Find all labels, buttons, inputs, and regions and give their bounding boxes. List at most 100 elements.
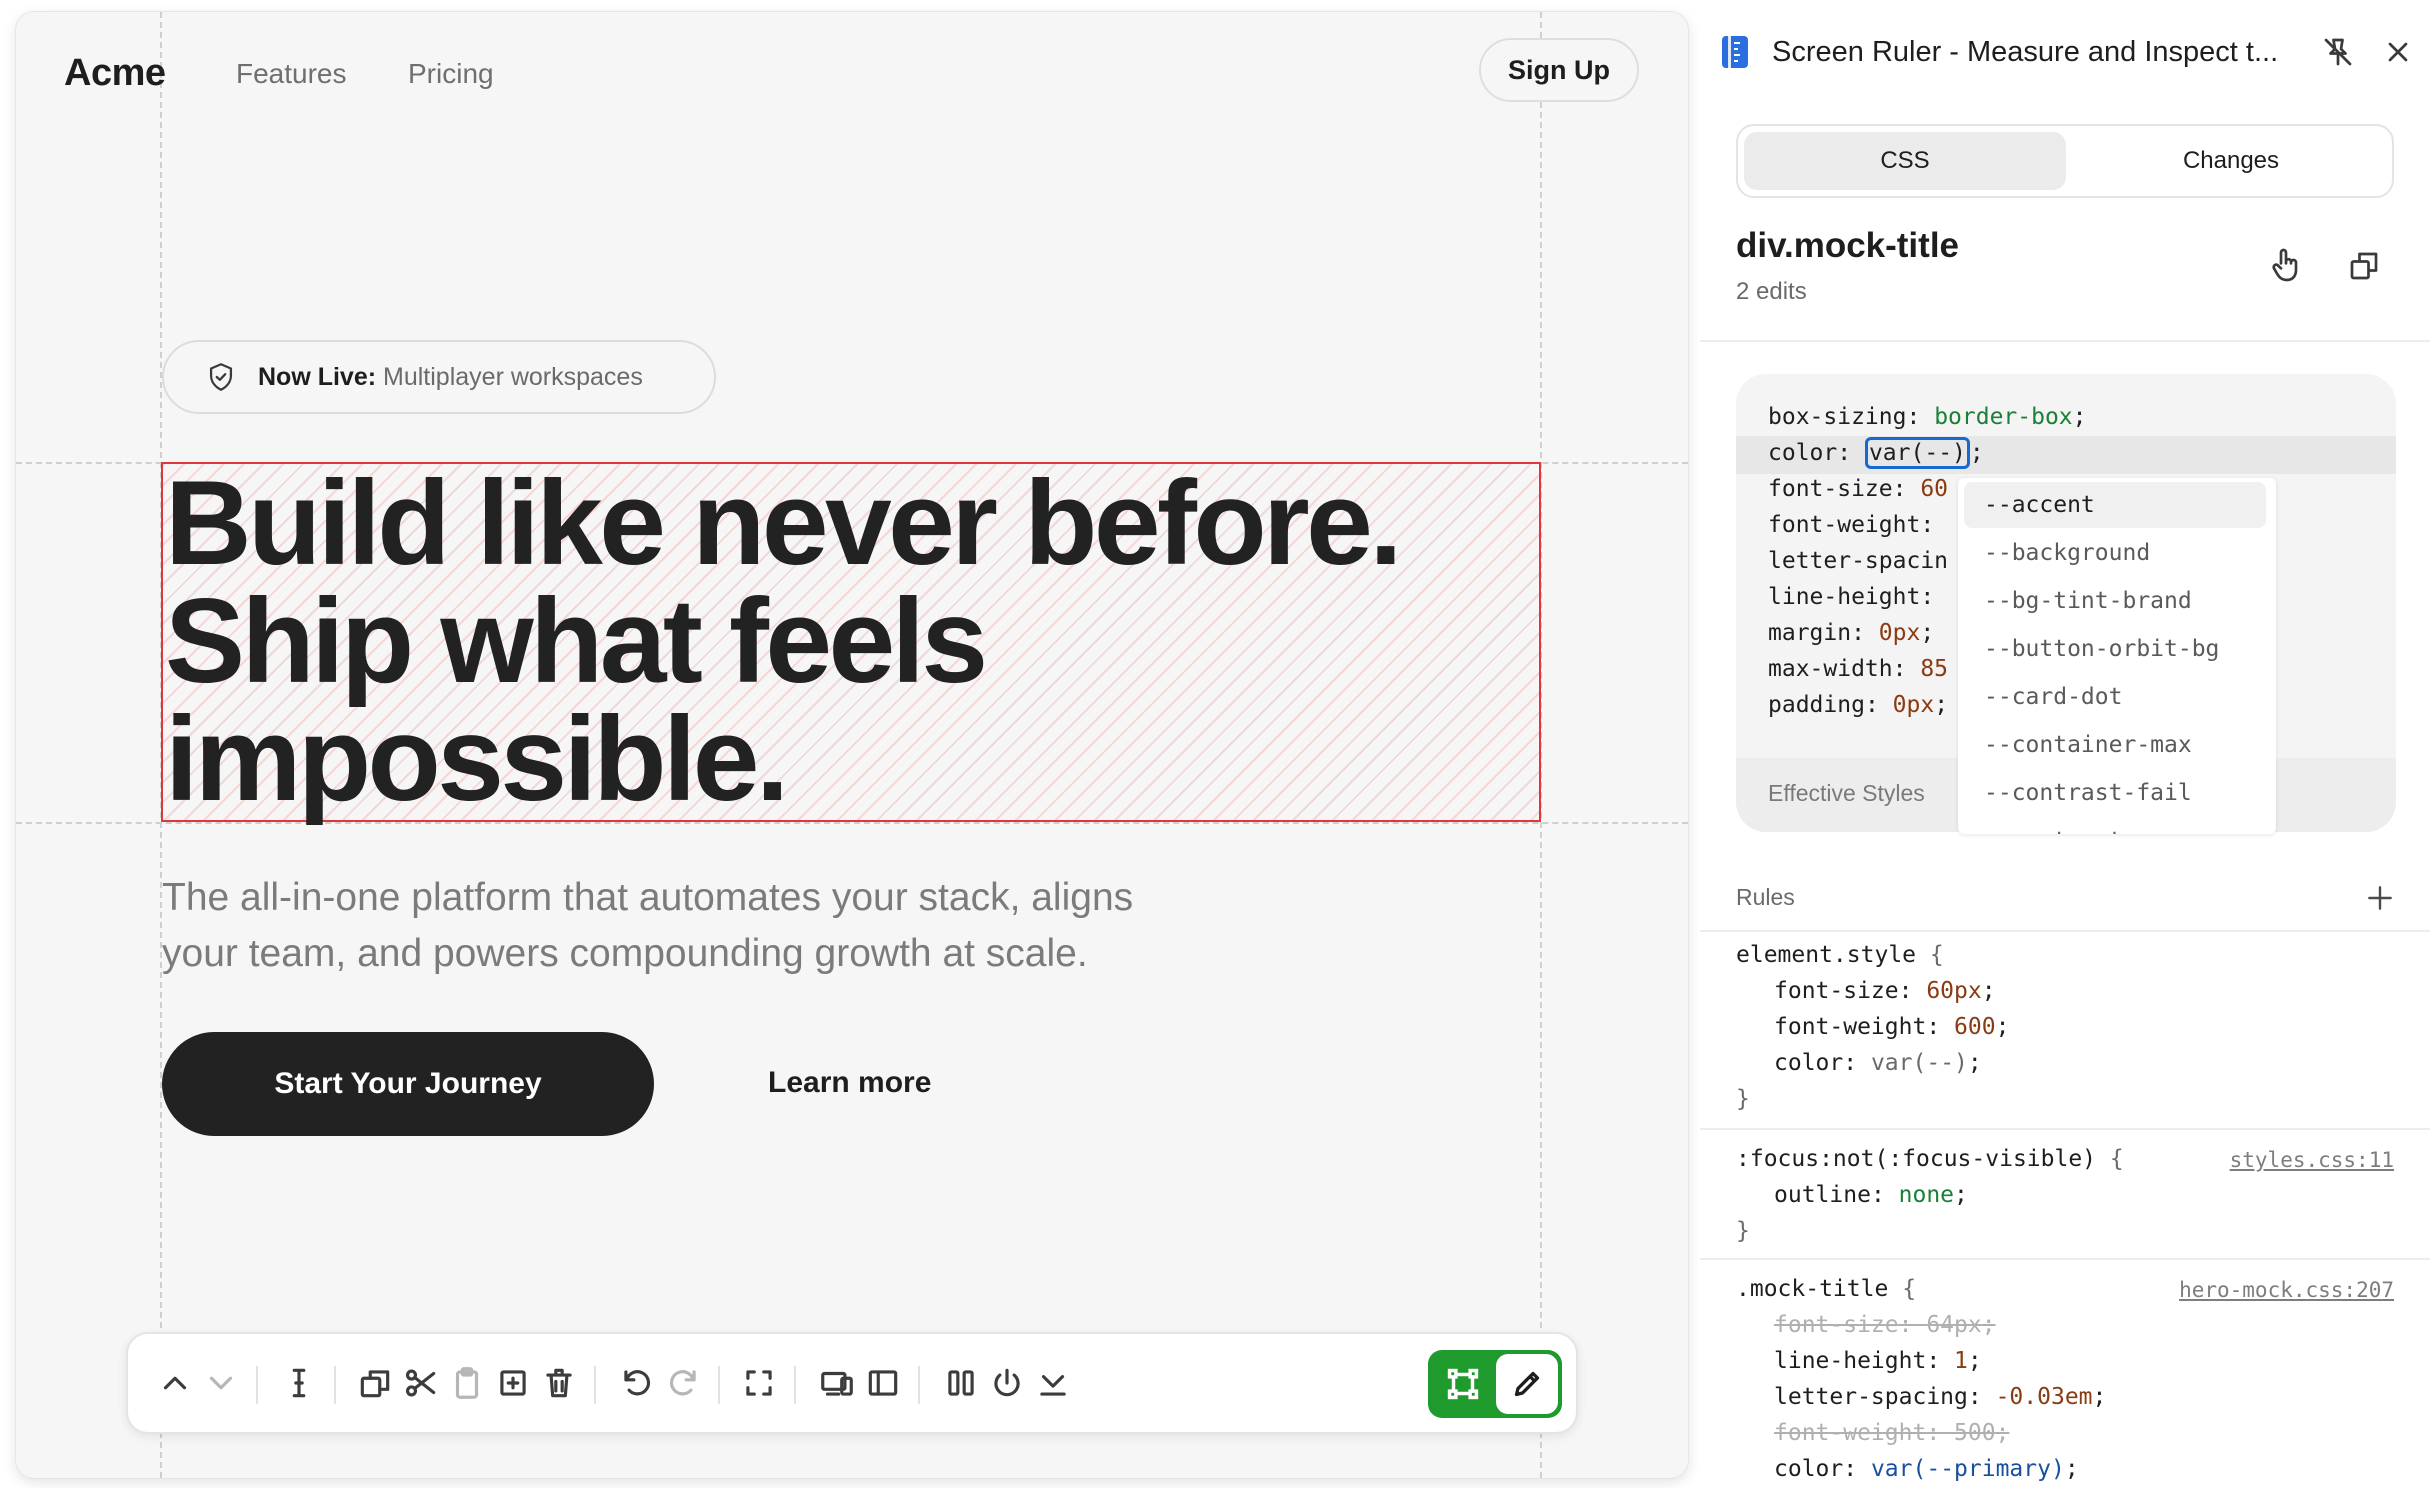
- computed-row[interactable]: margin: 0px;: [1768, 620, 1934, 646]
- rule-decl[interactable]: font-size: 60px;: [1774, 978, 1996, 1004]
- autocomplete-option[interactable]: --card-dot: [1964, 674, 2266, 720]
- add-rule-icon[interactable]: [2364, 882, 2396, 914]
- panel-title: Screen Ruler - Measure and Inspect t...: [1772, 36, 2279, 68]
- effective-styles-label: Effective Styles: [1768, 780, 1925, 806]
- rule-decl[interactable]: font-weight: 600;: [1774, 1014, 2009, 1040]
- trash-icon[interactable]: [532, 1356, 586, 1410]
- computed-row[interactable]: letter-spacin: [1768, 548, 1948, 574]
- decl-value: none: [1898, 1182, 1955, 1208]
- collapse-icon[interactable]: [1026, 1356, 1080, 1410]
- badge-detail: Multiplayer workspaces: [376, 362, 643, 391]
- rules-heading: Rules: [1736, 884, 1795, 910]
- computed-row[interactable]: line-height:: [1768, 584, 1934, 610]
- computed-row[interactable]: box-sizing: border-box;: [1768, 404, 2087, 430]
- edit-count: 2 edits: [1736, 278, 1807, 305]
- rule-decl-overridden[interactable]: font-size: 64px;: [1774, 1312, 1996, 1338]
- copy-icon[interactable]: [2346, 248, 2382, 284]
- hero-title-line: Ship what feels: [165, 574, 988, 708]
- page-preview: Acme Features Pricing Sign Up Now Live: …: [16, 12, 1688, 1478]
- nav-link-pricing[interactable]: Pricing: [408, 58, 494, 90]
- decl-prop: letter-spacing: [1774, 1384, 1968, 1410]
- computed-row[interactable]: padding: 0px;: [1768, 692, 1948, 718]
- hand-pointer-icon[interactable]: [2266, 244, 2306, 286]
- rule-close-brace: }: [1736, 1218, 1750, 1244]
- rule-selector-text: .mock-title: [1736, 1276, 1889, 1302]
- autocomplete-option[interactable]: --contrast-fail: [1964, 770, 2266, 816]
- autocomplete-option[interactable]: --container-max: [1964, 722, 2266, 768]
- rule-decl[interactable]: outline: none;: [1774, 1182, 1968, 1208]
- close-icon[interactable]: [2382, 36, 2414, 68]
- autocomplete-option[interactable]: --background: [1964, 530, 2266, 576]
- badge-text: Now Live: Multiplayer workspaces: [258, 363, 643, 392]
- color-value-input[interactable]: var(--): [1864, 437, 1970, 469]
- start-journey-button[interactable]: Start Your Journey: [162, 1032, 654, 1136]
- text-cursor-icon[interactable]: [272, 1356, 326, 1410]
- autocomplete-option[interactable]: --bg-tint-brand: [1964, 578, 2266, 624]
- nav-link-features[interactable]: Features: [236, 58, 347, 90]
- rule-selector[interactable]: element.style {: [1736, 942, 1944, 968]
- computed-prop: max-width: [1768, 656, 1893, 682]
- computed-prop: margin: [1768, 620, 1852, 646]
- announcement-badge[interactable]: Now Live: Multiplayer workspaces: [162, 340, 716, 414]
- pencil-icon[interactable]: [1496, 1354, 1558, 1414]
- computed-value: 85: [1920, 656, 1949, 682]
- rule-decl[interactable]: color: var(--primary);: [1774, 1456, 2079, 1482]
- rule-decl[interactable]: color: var(--);: [1774, 1050, 1982, 1076]
- redo-icon[interactable]: [656, 1356, 710, 1410]
- autocomplete-option[interactable]: --button-orbit-bg: [1964, 626, 2266, 672]
- decl-prop: font-weight: [1774, 1420, 1927, 1446]
- hero-title-selected[interactable]: Build like never before. Ship what feels…: [161, 462, 1541, 822]
- autocomplete-option[interactable]: --contrast-pass: [1964, 818, 2266, 834]
- tab-css[interactable]: CSS: [1744, 132, 2066, 190]
- chevron-down-icon[interactable]: [194, 1356, 248, 1410]
- nav-logo[interactable]: Acme: [64, 52, 166, 95]
- computed-row[interactable]: font-size: 60: [1768, 476, 1948, 502]
- decl-value: 600: [1954, 1014, 1996, 1040]
- computed-value: border-box: [1934, 404, 2073, 430]
- element-selector: div.mock-title: [1736, 226, 1960, 265]
- rule-decl-overridden[interactable]: font-weight: 500;: [1774, 1420, 2009, 1446]
- rules-divider: [1700, 1128, 2430, 1130]
- rule-selector[interactable]: :focus:not(:focus-visible) {: [1736, 1146, 2124, 1172]
- rule-selector[interactable]: .mock-title {: [1736, 1276, 1916, 1302]
- toolbar-divider: [594, 1366, 596, 1404]
- rule-source-link[interactable]: styles.css:11: [2230, 1148, 2394, 1172]
- decl-value: var(--primary): [1870, 1456, 2065, 1482]
- toolbar-divider: [794, 1366, 796, 1404]
- computed-prop: letter-spacin: [1768, 548, 1949, 574]
- decl-value: 500: [1954, 1420, 1996, 1446]
- decl-value: 64px: [1926, 1312, 1982, 1338]
- learn-more-link[interactable]: Learn more: [768, 1066, 931, 1100]
- hero-subtitle: The all-in-one platform that automates y…: [162, 870, 1262, 982]
- signup-button[interactable]: Sign Up: [1479, 38, 1639, 102]
- computed-row[interactable]: font-weight:: [1768, 512, 1934, 538]
- rule-decl[interactable]: line-height: 1;: [1774, 1348, 1982, 1374]
- rule-source-link[interactable]: hero-mock.css:207: [2179, 1278, 2394, 1302]
- computed-row[interactable]: max-width: 85: [1768, 656, 1948, 682]
- fullscreen-icon[interactable]: [732, 1356, 786, 1410]
- edit-toolbar: [126, 1332, 1578, 1434]
- decl-value: -0.03em: [1995, 1384, 2093, 1410]
- hero-subtitle-line: The all-in-one platform that automates y…: [162, 876, 1134, 919]
- computed-prop: line-height: [1768, 584, 1921, 610]
- computed-row-color[interactable]: color: var(--);: [1768, 437, 1984, 469]
- decl-prop: font-size: [1774, 1312, 1899, 1338]
- tab-changes[interactable]: Changes: [2070, 132, 2392, 190]
- decl-value: 60px: [1926, 978, 1982, 1004]
- computed-prop: padding: [1768, 692, 1865, 718]
- badge-strong: Now Live:: [258, 362, 377, 391]
- hero-title-line: Build like never before.: [165, 456, 1403, 590]
- sidebar-icon[interactable]: [856, 1356, 910, 1410]
- decl-prop: font-size: [1774, 978, 1899, 1004]
- rule-decl[interactable]: letter-spacing: -0.03em;: [1774, 1384, 2106, 1410]
- select-frame-icon[interactable]: [1436, 1356, 1490, 1412]
- pin-icon[interactable]: [2320, 34, 2356, 70]
- toolbar-divider: [718, 1366, 720, 1404]
- autocomplete-option[interactable]: --accent: [1964, 482, 2266, 528]
- decl-prop: color: [1774, 1050, 1844, 1076]
- rules-divider: [1700, 1258, 2430, 1260]
- toolbar-divider: [256, 1366, 258, 1404]
- shield-check-icon: [209, 363, 233, 391]
- decl-prop: outline: [1774, 1182, 1871, 1208]
- ruler-extension-icon: [1722, 36, 1748, 68]
